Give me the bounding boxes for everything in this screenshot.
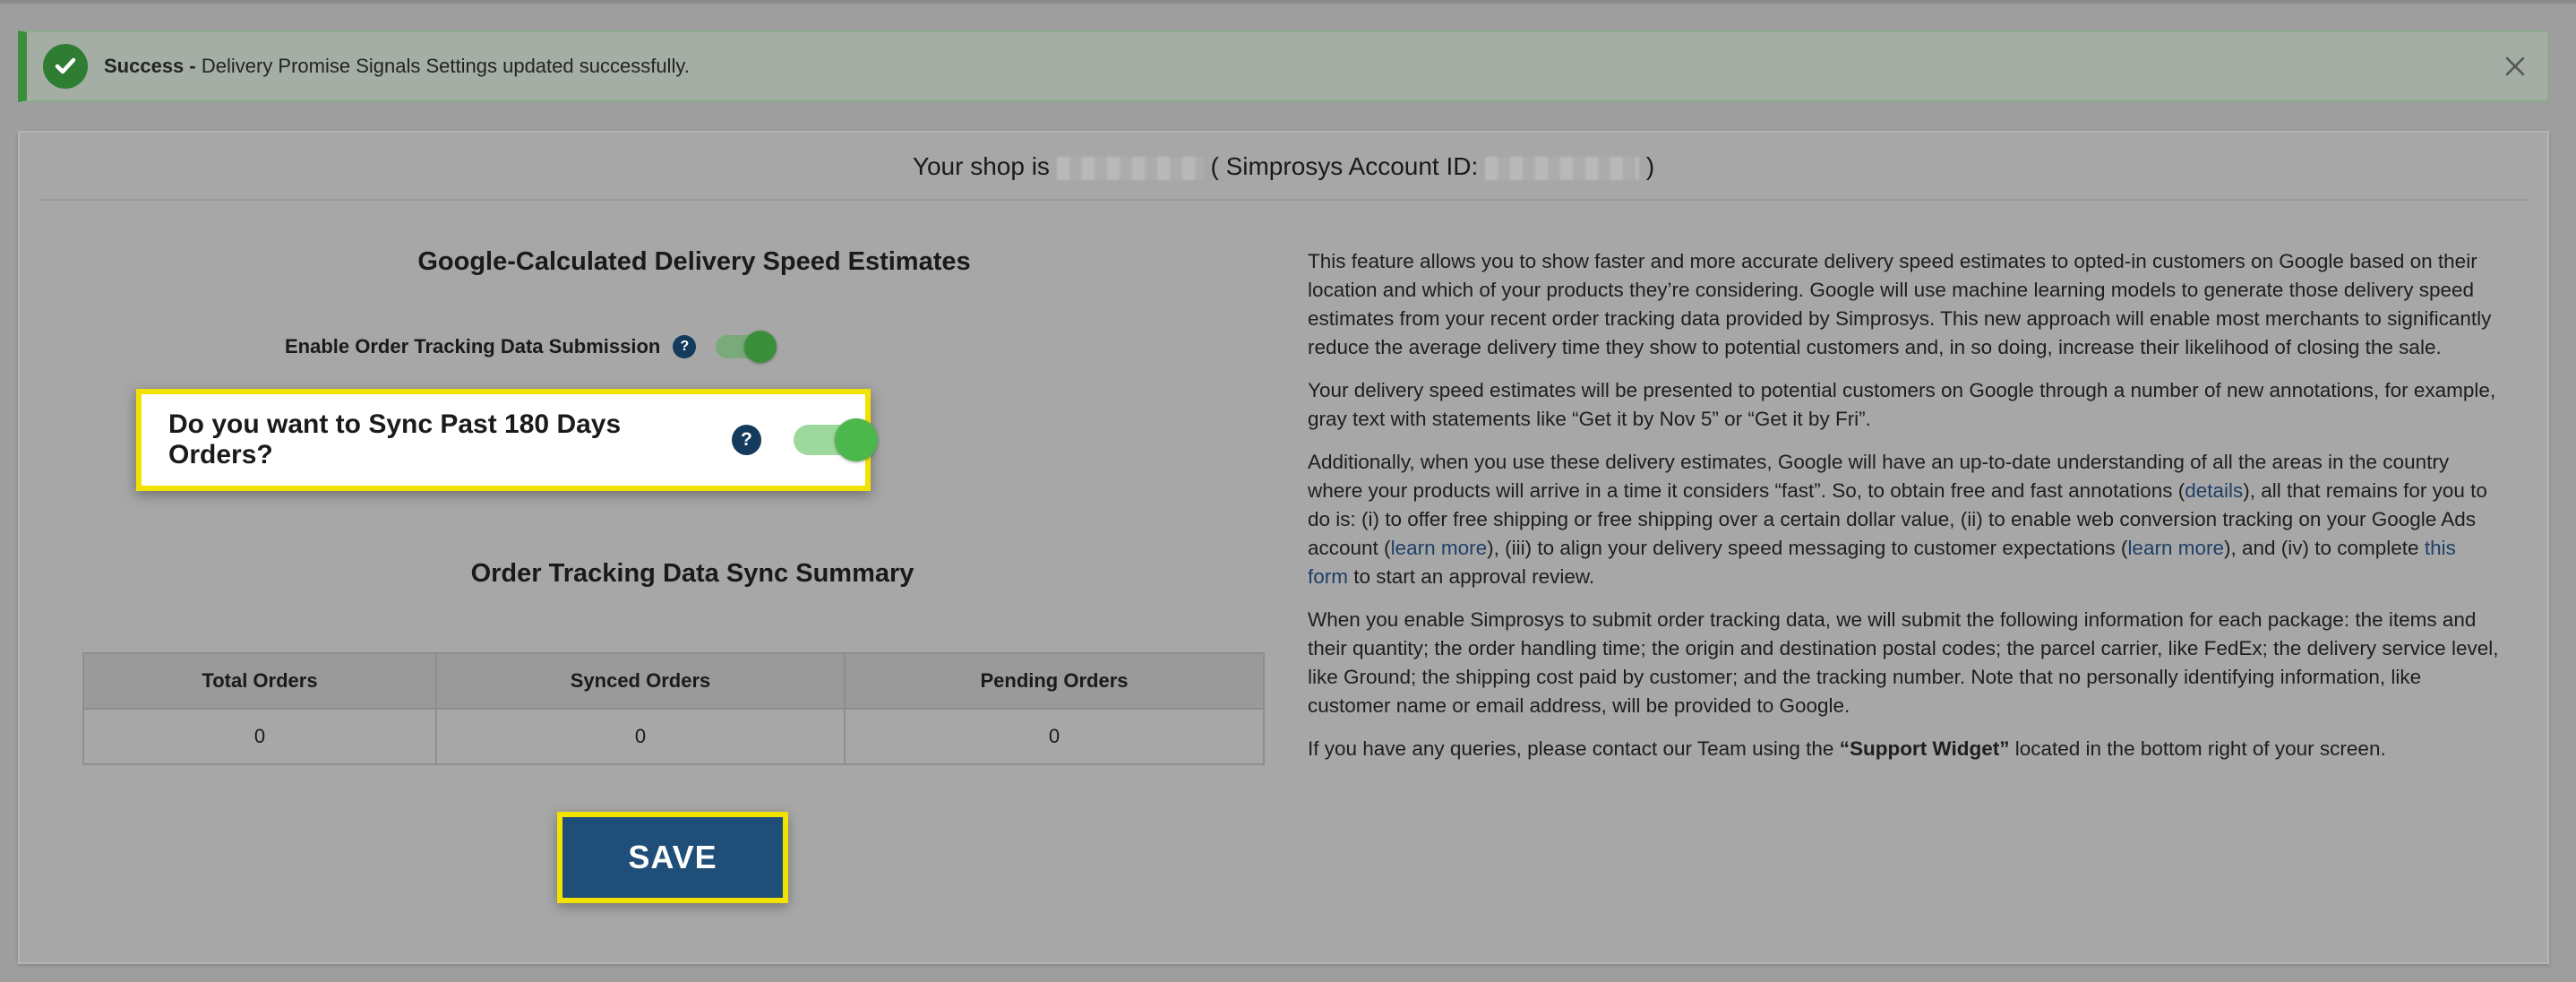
check-circle-icon [43,44,88,89]
synced-orders-value: 0 [435,708,846,765]
toggle-knob [835,418,878,461]
help-icon[interactable]: ? [731,425,761,455]
description-paragraph-4: When you enable Simprosys to submit orde… [1308,608,2499,717]
p5-text-a: If you have any queries, please contact … [1308,737,1840,760]
support-widget-text: “Support Widget” [1839,737,2010,760]
header-synced-orders: Synced Orders [435,652,846,710]
shop-info: Your shop is ( Simprosys Account ID: ) [20,149,2547,185]
enable-tracking-label: Enable Order Tracking Data Submission [285,335,661,357]
save-button-highlight: SAVE [557,812,788,903]
p3-text-d: ), and (iv) to complete [2223,537,2425,559]
banner-text: Delivery Promise Signals Settings update… [201,55,690,77]
sync-summary-title: Order Tracking Data Sync Summary [470,559,914,588]
header-pending-orders: Pending Orders [844,652,1265,710]
enable-tracking-row: Enable Order Tracking Data Submission ? [285,331,777,363]
enable-tracking-toggle[interactable] [716,331,777,363]
delivery-speed-title: Google-Calculated Delivery Speed Estimat… [417,247,971,276]
account-id-redacted [1485,156,1640,180]
learn-more-link-2[interactable]: learn more [2127,537,2224,559]
description-paragraph-2: Your delivery speed estimates will be pr… [1308,379,2496,430]
sync-past-orders-label: Do you want to Sync Past 180 Days Orders… [168,409,622,469]
shop-prefix: Your shop is [912,152,1050,180]
header-total-orders: Total Orders [82,652,437,710]
total-orders-value: 0 [82,708,437,765]
pending-orders-value: 0 [844,708,1265,765]
feature-description: This feature allows you to show faster a… [1308,247,2499,778]
divider [39,199,2529,201]
p3-text-e: to start an approval review. [1348,565,1595,588]
table-header-row: Total Orders Synced Orders Pending Order… [82,652,1265,710]
shop-name-redacted [1056,156,1204,180]
sync-past-orders-row: Do you want to Sync Past 180 Days Orders… [136,389,878,491]
top-rule [0,0,2576,4]
help-icon[interactable]: ? [673,335,697,358]
table-row: 0 0 0 [82,708,1265,765]
learn-more-link-1[interactable]: learn more [1391,537,1488,559]
help-glyph: ? [741,429,752,450]
toggle-knob [744,331,777,363]
account-id-suffix: ) [1645,152,1655,180]
description-paragraph-5: If you have any queries, please contact … [1308,735,2499,763]
sync-past-orders-toggle[interactable] [794,418,878,461]
banner-status: Success - [104,55,196,77]
details-link[interactable]: details [2185,479,2243,502]
banner-message: Success - Delivery Promise Signals Setti… [104,55,690,78]
help-glyph: ? [680,339,690,354]
sync-summary-table: Total Orders Synced Orders Pending Order… [82,652,1265,765]
description-paragraph-1: This feature allows you to show faster a… [1308,250,2492,358]
description-paragraph-3: Additionally, when you use these deliver… [1308,448,2499,591]
success-banner: Success - Delivery Promise Signals Setti… [18,30,2549,102]
account-id-prefix: ( Simprosys Account ID: [1210,152,1479,180]
save-button[interactable]: SAVE [623,838,722,877]
close-icon[interactable] [2497,48,2533,84]
p5-text-c: located in the bottom right of your scre… [2009,737,2386,760]
p3-text-c: ), (iii) to align your delivery speed me… [1487,537,2128,559]
